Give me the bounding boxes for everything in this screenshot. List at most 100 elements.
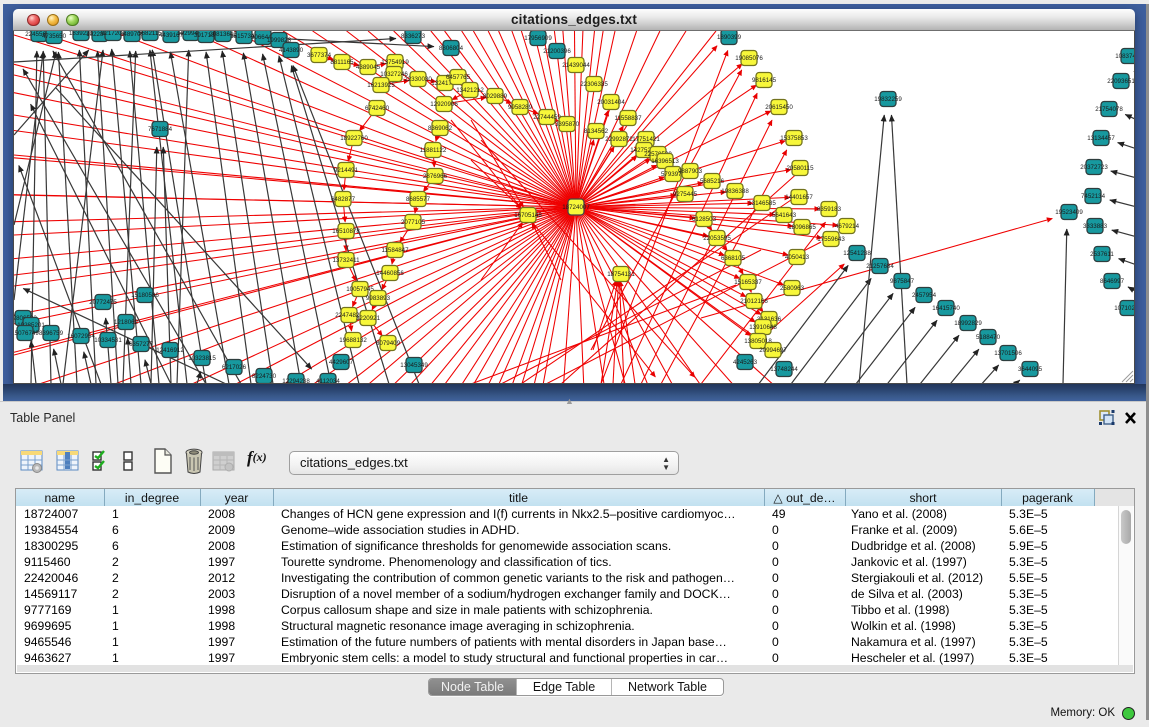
svg-text:5685216: 5685216 (700, 178, 725, 185)
svg-text:19688132: 19688132 (339, 337, 367, 344)
svg-text:12541238: 12541238 (843, 250, 871, 257)
svg-text:18096865: 18096865 (788, 224, 816, 231)
svg-text:19085076: 19085076 (735, 55, 763, 62)
svg-text:9875847: 9875847 (890, 278, 915, 285)
svg-text:9958289: 9958289 (508, 104, 533, 111)
svg-text:12294238: 12294238 (282, 378, 310, 384)
svg-text:6217026: 6217026 (222, 364, 247, 371)
svg-text:15180586: 15180586 (131, 292, 159, 299)
svg-text:8369062: 8369062 (428, 125, 453, 132)
svg-text:20994697: 20994697 (759, 347, 787, 354)
svg-text:9887903: 9887903 (678, 168, 703, 175)
svg-text:15076749: 15076749 (14, 330, 39, 337)
svg-text:13754919: 13754919 (381, 59, 409, 66)
svg-text:14460856: 14460856 (376, 270, 404, 277)
svg-text:19523409: 19523409 (1055, 209, 1083, 216)
svg-text:9275445: 9275445 (673, 191, 698, 198)
svg-text:9983893: 9983893 (366, 295, 391, 302)
svg-text:4245263: 4245263 (733, 359, 758, 366)
svg-text:16072954: 16072954 (67, 333, 95, 340)
svg-text:16396513: 16396513 (651, 158, 679, 165)
svg-text:22744459: 22744459 (533, 114, 561, 121)
svg-text:17559643: 17559643 (817, 236, 845, 243)
svg-text:21754078: 21754078 (1095, 106, 1123, 113)
svg-text:16510878: 16510878 (332, 228, 360, 235)
svg-text:10334531: 10334531 (94, 337, 122, 344)
svg-text:6368105: 6368105 (721, 255, 746, 262)
svg-text:17956909: 17956909 (524, 35, 552, 42)
svg-text:13146585: 13146585 (748, 200, 776, 207)
svg-text:8646997: 8646997 (1100, 278, 1125, 285)
svg-text:4050413: 4050413 (785, 254, 810, 261)
svg-text:21012166: 21012166 (740, 298, 768, 305)
svg-text:8134562: 8134562 (584, 128, 609, 135)
svg-text:3395870: 3395870 (555, 121, 580, 128)
svg-text:15375853: 15375853 (780, 135, 808, 142)
svg-text:20031404: 20031404 (597, 99, 625, 106)
svg-text:13701506: 13701506 (994, 350, 1022, 357)
svg-text:22330030: 22330030 (404, 76, 432, 83)
svg-text:4112034: 4112034 (316, 378, 340, 384)
svg-text:22306335: 22306335 (580, 81, 608, 88)
svg-text:20772475: 20772475 (89, 299, 117, 306)
svg-text:6128503: 6128503 (692, 216, 717, 223)
svg-text:16415740: 16415740 (932, 305, 960, 312)
svg-text:4679214: 4679214 (835, 223, 860, 230)
svg-text:3220921: 3220921 (356, 315, 381, 322)
svg-text:8806804: 8806804 (439, 45, 464, 52)
svg-text:22992872: 22992872 (605, 136, 633, 143)
svg-text:13732411: 13732411 (332, 257, 360, 264)
svg-text:18724007: 18724007 (562, 204, 590, 211)
svg-text:2077105: 2077105 (401, 219, 426, 226)
svg-text:8079409: 8079409 (376, 340, 401, 347)
svg-text:15165337: 15165337 (734, 279, 762, 286)
svg-text:8029889: 8029889 (483, 93, 508, 100)
svg-text:20615450: 20615450 (765, 104, 793, 111)
svg-text:4143890: 4143890 (279, 47, 304, 54)
svg-text:18992829: 18992829 (954, 320, 982, 327)
svg-text:6357277: 6357277 (129, 341, 154, 348)
svg-text:13421212: 13421212 (456, 87, 484, 94)
svg-text:14401657: 14401657 (785, 194, 813, 201)
svg-text:8224730: 8224730 (252, 373, 277, 380)
svg-text:2537611: 2537611 (1090, 251, 1114, 258)
svg-text:10710248: 10710248 (1114, 305, 1135, 312)
svg-text:8811165: 8811165 (330, 59, 354, 66)
svg-text:21257684: 21257684 (866, 263, 894, 270)
svg-text:16213925: 16213925 (367, 82, 395, 89)
svg-text:16705148: 16705148 (514, 212, 542, 219)
svg-text:7671884: 7671884 (148, 126, 173, 133)
svg-text:9214491: 9214491 (334, 167, 359, 174)
svg-text:12416912: 12416912 (156, 347, 184, 354)
svg-text:6742460: 6742460 (365, 105, 390, 112)
svg-text:13134457: 13134457 (1087, 135, 1115, 142)
svg-text:8359183: 8359183 (817, 206, 842, 213)
svg-text:1890399: 1890399 (717, 34, 742, 41)
svg-text:20372723: 20372723 (1080, 164, 1108, 171)
svg-text:2876966: 2876966 (423, 173, 448, 180)
svg-text:10837430: 10837430 (1115, 53, 1135, 60)
svg-text:19832259: 19832259 (874, 96, 902, 103)
svg-text:6457765: 6457765 (446, 74, 471, 81)
svg-text:20580115: 20580115 (786, 165, 814, 172)
svg-text:4429607: 4429607 (329, 359, 354, 366)
svg-text:2580963: 2580963 (780, 285, 805, 292)
svg-text:21200396: 21200396 (543, 48, 571, 55)
svg-text:8396759: 8396759 (39, 330, 64, 337)
svg-text:8336273: 8336273 (401, 33, 426, 40)
svg-text:5188470: 5188470 (976, 334, 1001, 341)
svg-text:3333883: 3333883 (1083, 223, 1108, 230)
svg-text:22093651: 22093651 (1107, 78, 1135, 85)
svg-text:18754131: 18754131 (607, 271, 635, 278)
svg-text:12920906: 12920906 (430, 101, 458, 108)
svg-text:13045349: 13045349 (400, 362, 428, 369)
svg-text:11558837: 11558837 (614, 115, 642, 122)
svg-text:11881122: 11881122 (420, 147, 447, 154)
svg-text:1218062: 1218062 (114, 319, 139, 326)
svg-text:3677374: 3677374 (307, 52, 332, 59)
svg-text:21439044: 21439044 (562, 62, 590, 69)
svg-text:10323815: 10323815 (188, 355, 216, 362)
svg-text:4735650: 4735650 (42, 33, 67, 40)
svg-text:8685577: 8685577 (406, 196, 431, 203)
svg-text:4389045: 4389045 (356, 64, 381, 71)
